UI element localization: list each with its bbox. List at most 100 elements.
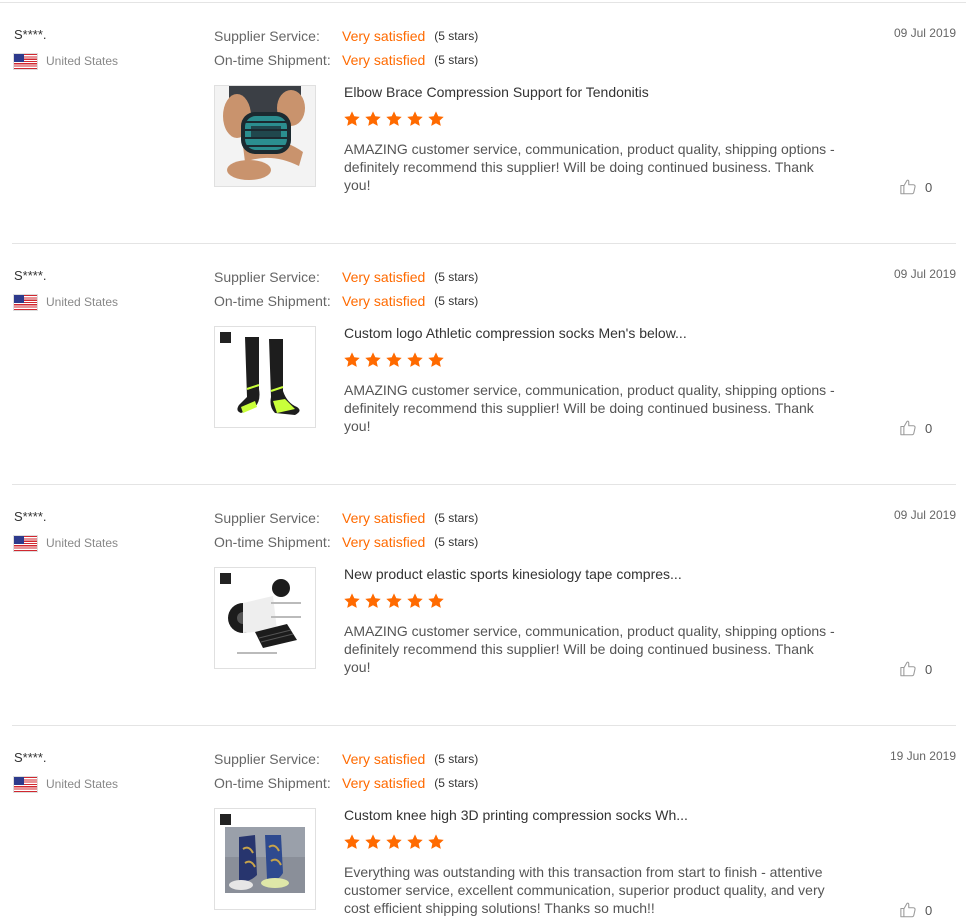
kinesiology-tape-photo[interactable] <box>214 567 316 669</box>
product-star-rating <box>343 592 445 610</box>
star-icon <box>365 111 381 126</box>
supplier-service-label: Supplier Service: <box>214 269 320 285</box>
shipment-label: On-time Shipment: <box>214 52 331 68</box>
shipment-label: On-time Shipment: <box>214 775 331 791</box>
supplier-service-stars: (5 stars) <box>434 752 479 766</box>
review-comment: AMAZING customer service, communication,… <box>344 141 835 193</box>
compression-socks-photo[interactable] <box>214 326 316 428</box>
product-star-rating <box>343 110 445 128</box>
product-star-rating <box>343 833 445 851</box>
shipment-value: Very satisfied <box>342 52 426 68</box>
helpful-button[interactable]: 0 <box>899 418 932 438</box>
review-date: 09 Jul 2019 <box>893 267 956 281</box>
supplier-reviews-page: S****. United States Supplier Service: V… <box>0 0 966 921</box>
product-title-link[interactable]: New product elastic sports kinesiology t… <box>344 566 682 582</box>
review-comment: AMAZING customer service, communication,… <box>344 382 835 434</box>
product-title-link[interactable]: Elbow Brace Compression Support for Tend… <box>344 84 649 100</box>
buyer-name: S****. <box>14 509 47 524</box>
star-icon <box>365 593 381 608</box>
helpful-button[interactable]: 0 <box>899 900 932 920</box>
shipment-value: Very satisfied <box>342 293 426 309</box>
supplier-service-stars: (5 stars) <box>434 511 479 525</box>
star-icon <box>428 593 444 608</box>
thumbs-up-icon <box>900 420 916 436</box>
product-star-rating <box>343 351 445 369</box>
elbow-brace-photo[interactable] <box>214 85 316 187</box>
thumbs-up-icon <box>900 902 916 918</box>
shipment-rating: On-time Shipment: Very satisfied (5 star… <box>214 51 478 69</box>
star-icon <box>386 834 402 849</box>
review-item: S****. United States Supplier Service: V… <box>0 244 966 485</box>
star-icon <box>386 111 402 126</box>
review-item: S****. United States Supplier Service: V… <box>0 726 966 921</box>
star-icon <box>386 593 402 608</box>
shipment-label: On-time Shipment: <box>214 534 331 550</box>
star-icon <box>344 593 360 608</box>
shipment-stars: (5 stars) <box>434 294 479 308</box>
helpful-count: 0 <box>925 902 933 918</box>
star-icon <box>365 834 381 849</box>
us-flag-icon <box>14 776 37 792</box>
supplier-service-label: Supplier Service: <box>214 510 320 526</box>
supplier-service-value: Very satisfied <box>342 751 426 767</box>
supplier-service-value: Very satisfied <box>342 28 426 44</box>
buyer-name: S****. <box>14 268 47 283</box>
product-title-link[interactable]: Custom knee high 3D printing compression… <box>344 807 688 823</box>
country-label: United States <box>46 536 119 550</box>
us-flag-icon <box>14 53 37 69</box>
helpful-count: 0 <box>925 420 933 436</box>
supplier-service-label: Supplier Service: <box>214 751 320 767</box>
supplier-service-stars: (5 stars) <box>434 270 479 284</box>
us-flag-icon <box>14 535 37 551</box>
buyer-country: United States <box>14 776 118 792</box>
shipment-stars: (5 stars) <box>434 776 479 790</box>
shipment-value: Very satisfied <box>342 775 426 791</box>
review-comment: Everything was outstanding with this tra… <box>344 864 825 916</box>
thumbs-up-icon <box>900 661 916 677</box>
star-icon <box>344 111 360 126</box>
star-icon <box>365 352 381 367</box>
shipment-label: On-time Shipment: <box>214 293 331 309</box>
supplier-service-value: Very satisfied <box>342 510 426 526</box>
star-icon <box>407 111 423 126</box>
country-label: United States <box>46 54 119 68</box>
star-icon <box>344 352 360 367</box>
star-icon <box>428 834 444 849</box>
helpful-button[interactable]: 0 <box>899 659 932 679</box>
supplier-service-rating: Supplier Service: Very satisfied (5 star… <box>214 750 478 768</box>
supplier-service-rating: Supplier Service: Very satisfied (5 star… <box>214 27 478 45</box>
review-comment: AMAZING customer service, communication,… <box>344 623 835 675</box>
star-icon <box>407 593 423 608</box>
helpful-button[interactable]: 0 <box>899 177 932 197</box>
buyer-name: S****. <box>14 750 47 765</box>
buyer-country: United States <box>14 53 118 69</box>
shipment-rating: On-time Shipment: Very satisfied (5 star… <box>214 533 478 551</box>
buyer-country: United States <box>14 294 118 310</box>
star-icon <box>344 834 360 849</box>
shipment-value: Very satisfied <box>342 534 426 550</box>
supplier-service-rating: Supplier Service: Very satisfied (5 star… <box>214 509 478 527</box>
star-icon <box>428 352 444 367</box>
supplier-service-value: Very satisfied <box>342 269 426 285</box>
review-date: 19 Jun 2019 <box>889 749 956 763</box>
helpful-count: 0 <box>925 179 933 195</box>
star-icon <box>407 352 423 367</box>
helpful-count: 0 <box>925 661 933 677</box>
country-label: United States <box>46 777 119 791</box>
shipment-stars: (5 stars) <box>434 53 479 67</box>
supplier-service-stars: (5 stars) <box>434 29 479 43</box>
product-title-link[interactable]: Custom logo Athletic compression socks M… <box>344 325 687 341</box>
shipment-rating: On-time Shipment: Very satisfied (5 star… <box>214 774 478 792</box>
buyer-name: S****. <box>14 27 47 42</box>
3d-printed-socks-photo[interactable] <box>214 808 316 910</box>
supplier-service-rating: Supplier Service: Very satisfied (5 star… <box>214 268 478 286</box>
country-label: United States <box>46 295 119 309</box>
thumbs-up-icon <box>900 179 916 195</box>
star-icon <box>407 834 423 849</box>
supplier-service-label: Supplier Service: <box>214 28 320 44</box>
shipment-rating: On-time Shipment: Very satisfied (5 star… <box>214 292 478 310</box>
review-item: S****. United States Supplier Service: V… <box>0 485 966 726</box>
us-flag-icon <box>14 294 37 310</box>
star-icon <box>386 352 402 367</box>
review-date: 09 Jul 2019 <box>893 26 956 40</box>
